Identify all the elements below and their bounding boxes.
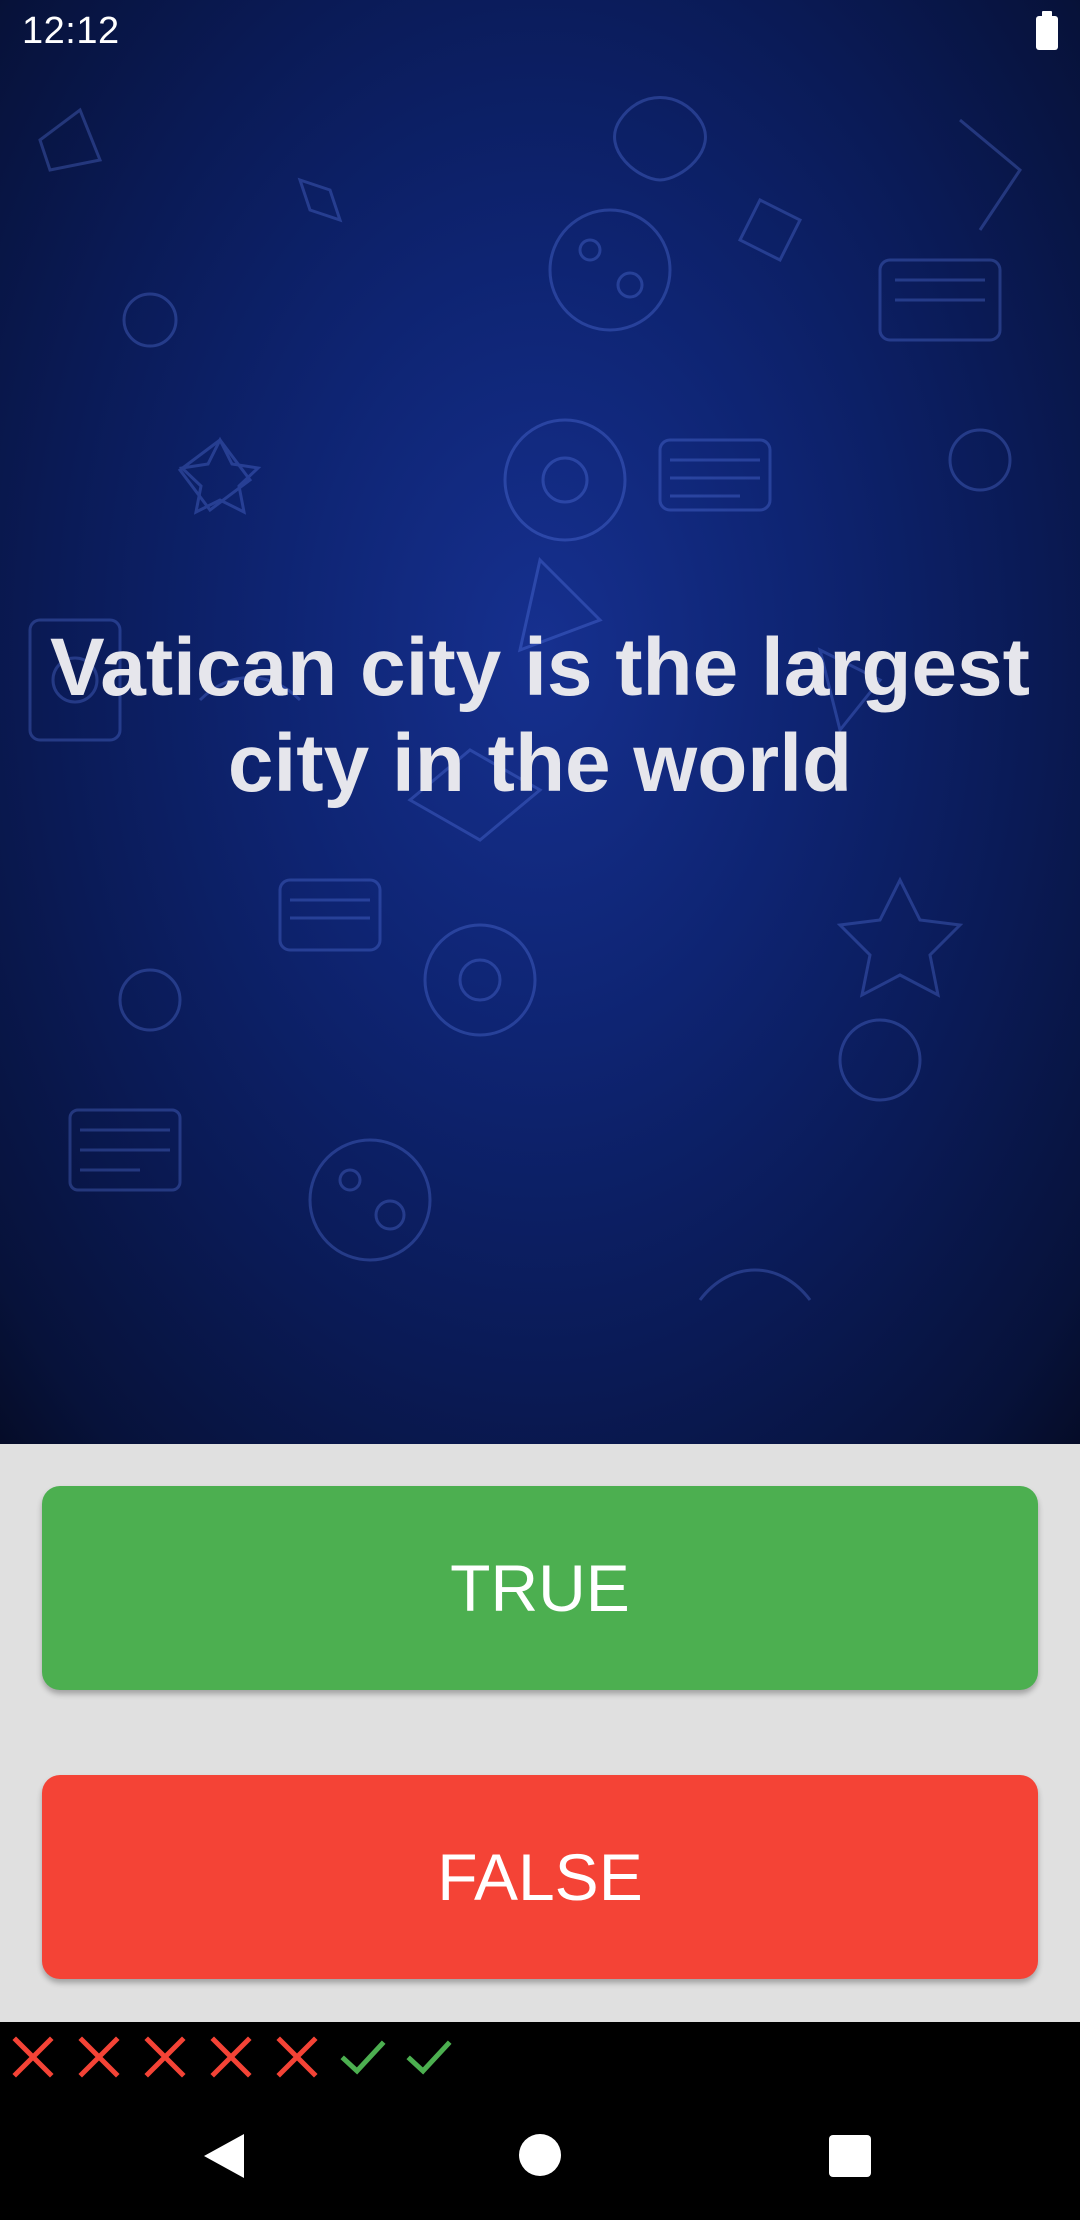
correct-answer-icon bbox=[340, 2040, 386, 2075]
wrong-answer-icon bbox=[78, 2036, 120, 2078]
score-strip bbox=[0, 2022, 1080, 2092]
correct-answer-icon bbox=[406, 2040, 452, 2075]
status-bar: 12:12 bbox=[0, 0, 1080, 66]
question-area: 12:12 Vatican city is the largest city i… bbox=[0, 0, 1080, 1444]
wrong-answer-icon bbox=[144, 2036, 186, 2078]
wrong-answer-icon bbox=[12, 2036, 54, 2078]
answer-panel: TRUE FALSE bbox=[0, 1444, 1080, 2022]
question-text: Vatican city is the largest city in the … bbox=[50, 622, 1030, 809]
false-button[interactable]: FALSE bbox=[42, 1775, 1038, 1979]
status-time: 12:12 bbox=[22, 10, 120, 52]
wrong-answer-icon bbox=[276, 2036, 318, 2078]
home-icon[interactable] bbox=[519, 2134, 561, 2176]
recents-icon[interactable] bbox=[829, 2135, 871, 2177]
navigation-bar bbox=[0, 2092, 1080, 2220]
battery-icon bbox=[1036, 11, 1058, 50]
wrong-answer-icon bbox=[210, 2036, 252, 2078]
back-icon[interactable] bbox=[202, 2132, 246, 2180]
true-button[interactable]: TRUE bbox=[42, 1486, 1038, 1690]
